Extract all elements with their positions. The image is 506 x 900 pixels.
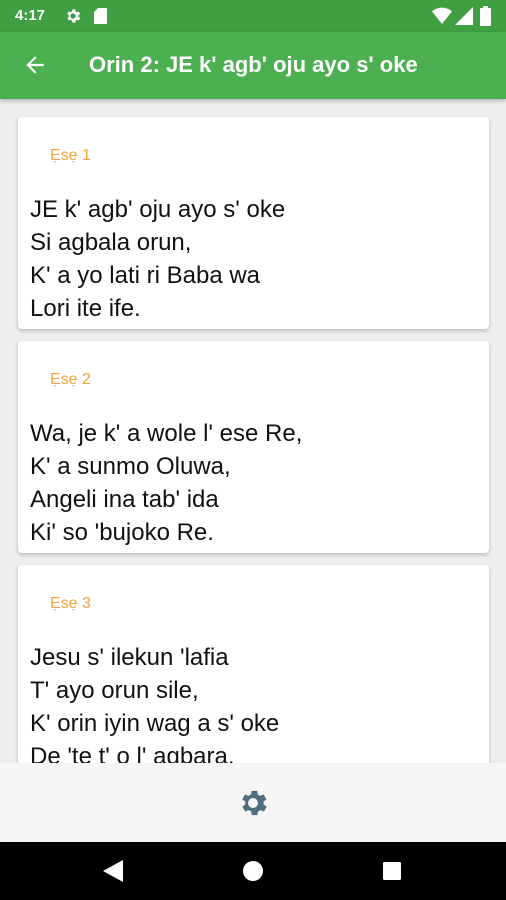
- system-nav-bar: [0, 842, 506, 900]
- verse-lines: Wa, je k' a wole l' ese Re, K' a sunmo O…: [30, 417, 302, 549]
- verse-line: Lori ite ife.: [30, 295, 141, 322]
- nav-back-icon[interactable]: [103, 860, 123, 882]
- status-bar: 4:17: [0, 0, 506, 32]
- verse-line: Ki' so 'bujoko Re.: [30, 519, 214, 546]
- verse-line: K' a yo lati ri Baba wa: [30, 262, 261, 289]
- wifi-icon: [432, 7, 452, 25]
- signal-icon: [455, 7, 473, 25]
- nav-recents-icon[interactable]: [383, 862, 401, 880]
- verse-line: K' orin iyin wag a s' oke: [30, 710, 280, 737]
- verse-label: Ẹsẹ 2: [50, 371, 91, 388]
- verse-card: Ẹsẹ 3 Jesu s' ilekun 'lafia T' ayo orun …: [18, 565, 489, 763]
- verse-lines: JE k' agb' oju ayo s' oke Si agbala orun…: [30, 193, 285, 325]
- verse-card: Ẹsẹ 2 Wa, je k' a wole l' ese Re, K' a s…: [18, 341, 489, 553]
- verse-line: T' ayo orun sile,: [30, 677, 199, 704]
- verse-line: Jesu s' ilekun 'lafia: [30, 644, 229, 671]
- status-time: 4:17: [15, 7, 46, 24]
- verse-line: Si agbala orun,: [30, 229, 192, 256]
- arrow-back-icon[interactable]: [22, 52, 48, 78]
- verse-line: Wa, je k' a wole l' ese Re,: [30, 420, 303, 447]
- gear-icon: [67, 9, 81, 23]
- sd-card-icon: [94, 8, 107, 24]
- verse-list[interactable]: Ẹsẹ 1 JE k' agb' oju ayo s' oke Si agbal…: [0, 99, 506, 763]
- verse-line: JE k' agb' oju ayo s' oke: [30, 196, 286, 223]
- verse-label: Ẹsẹ 3: [50, 595, 91, 612]
- app-bar: Orin 2: JE k' agb' oju ayo s' oke: [0, 32, 506, 99]
- verse-lines: Jesu s' ilekun 'lafia T' ayo orun sile, …: [30, 641, 279, 763]
- verse-line: Angeli ina tab' ida: [30, 486, 219, 513]
- settings-icon[interactable]: [236, 786, 270, 820]
- nav-home-icon[interactable]: [243, 861, 263, 881]
- verse-label: Ẹsẹ 1: [50, 147, 91, 164]
- page-title: Orin 2: JE k' agb' oju ayo s' oke: [89, 52, 418, 77]
- verse-card: Ẹsẹ 1 JE k' agb' oju ayo s' oke Si agbal…: [18, 117, 489, 329]
- verse-line: De 'te t' o l' agbara.: [30, 743, 235, 763]
- bottom-bar: [0, 763, 506, 842]
- battery-icon: [480, 6, 491, 26]
- verse-line: K' a sunmo Oluwa,: [30, 453, 231, 480]
